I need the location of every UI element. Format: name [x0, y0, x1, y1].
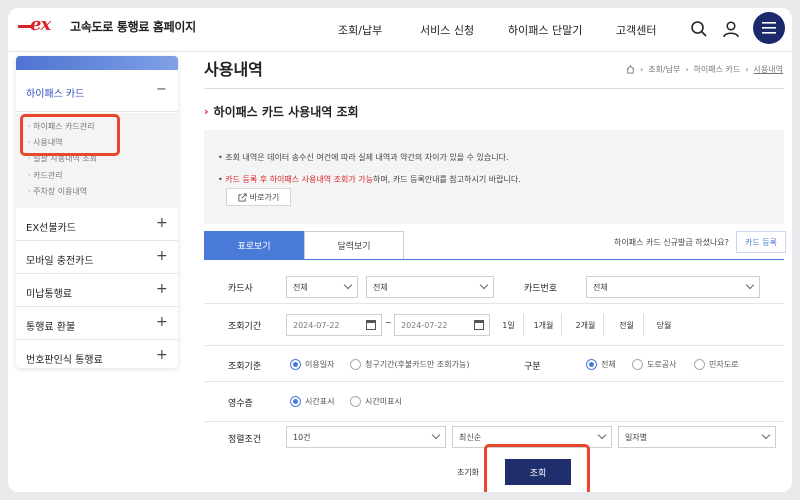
- radio-basis-billing-period[interactable]: 청구기간(후불카드만 조회가능): [350, 359, 469, 370]
- sidebar-item-ex-prepaid-card[interactable]: EX선불카드 +: [16, 208, 178, 241]
- sort-scope-select[interactable]: 일자별: [618, 426, 776, 448]
- type-label: 구분: [524, 362, 541, 372]
- quick-range-last-month[interactable]: 전월: [610, 314, 644, 336]
- tab-calendar-view[interactable]: 달력보기: [304, 231, 404, 259]
- new-card-question: 하이패스 카드 신규발급 하셨나요?: [614, 238, 729, 247]
- radio-type-expressway-corp[interactable]: 도로공사: [632, 359, 676, 370]
- radio-basis-use-date[interactable]: 이용일자: [290, 359, 334, 370]
- card-number-select[interactable]: 전체: [586, 276, 760, 298]
- submenu-item-parking[interactable]: · 주차장 이용내역: [28, 186, 87, 197]
- sidebar-item-label: 통행료 환불: [26, 322, 76, 333]
- expand-icon[interactable]: +: [156, 215, 168, 231]
- card-register-button[interactable]: 카드 등록: [736, 231, 786, 253]
- quick-range-2months[interactable]: 2개월: [568, 314, 604, 336]
- breadcrumb: › 조회/납부 › 하이패스 카드 › 사용내역: [626, 64, 783, 75]
- sort-count-select[interactable]: 10건: [286, 426, 446, 448]
- form-row-basis: 조회기준 이용일자 청구기간(후불카드만 조회가능) 구분 전체 도로공사 민자…: [204, 346, 784, 382]
- submenu-item-card-admin[interactable]: · 카드관리: [28, 170, 63, 181]
- date-from-input[interactable]: 2024-07-22: [286, 314, 382, 336]
- chevron-down-icon: [597, 430, 607, 440]
- external-link-icon: [238, 192, 247, 202]
- chevron-down-icon: [479, 280, 489, 290]
- expand-icon[interactable]: +: [156, 314, 168, 330]
- chevron-down-icon: [343, 280, 353, 290]
- sidebar-item-unpaid-toll[interactable]: 미납통행료 +: [16, 274, 178, 307]
- sidebar-item-mobile-charge-card[interactable]: 모바일 충전카드 +: [16, 241, 178, 274]
- form-row-period: 조회기간 2024-07-22 ~ 2024-07-22 1일 1개월 2개월 …: [204, 304, 784, 346]
- sidebar-section-label: 하이패스 카드: [26, 89, 85, 100]
- card-company-label: 카드사: [228, 284, 253, 294]
- chevron-right-icon: ›: [204, 105, 209, 118]
- site-logo[interactable]: ex 고속도로 통행료 홈페이지: [18, 14, 196, 36]
- sidebar-item-label: 미납통행료: [26, 289, 72, 300]
- menu-icon[interactable]: [753, 12, 785, 44]
- receipt-label: 영수증: [228, 399, 253, 409]
- card-company-sub-select[interactable]: 전체: [366, 276, 494, 298]
- radio-receipt-show-time[interactable]: 시간표시: [290, 396, 334, 407]
- radio-type-all[interactable]: 전체: [586, 359, 616, 370]
- nav-inquiry-payment[interactable]: 조회/납부: [338, 22, 382, 38]
- left-sidebar: 하이패스 카드 − · 하이패스 카드관리 · 사용내역 · 일괄 사용내역 조…: [16, 56, 178, 368]
- site-title: 고속도로 통행료 홈페이지: [70, 19, 196, 34]
- card-number-label: 카드번호: [524, 284, 558, 294]
- sidebar-item-toll-refund[interactable]: 통행료 환불 +: [16, 307, 178, 340]
- calendar-icon: [366, 320, 376, 330]
- highlight-box-search-button: [484, 444, 590, 492]
- basis-label: 조회기준: [228, 362, 262, 372]
- form-row-card-company: 카드사 전체 전체 카드번호 전체: [204, 270, 784, 304]
- quick-range-this-month[interactable]: 당월: [648, 314, 680, 336]
- notice-box: • 조회 내역은 데이터 송수신 여건에 따라 실제 내역과 약간의 차이가 있…: [204, 130, 784, 224]
- top-navigation-bar: ex 고속도로 통행료 홈페이지 조회/납부 서비스 신청 하이패스 단말기 고…: [8, 8, 792, 52]
- highlight-box-usage-history: [20, 114, 120, 156]
- home-icon[interactable]: [626, 65, 635, 74]
- nav-customer-center[interactable]: 고객센터: [616, 22, 656, 38]
- chevron-down-icon: [431, 430, 441, 440]
- tab-table-view[interactable]: 표로보기: [204, 231, 304, 259]
- sidebar-banner: [16, 56, 178, 70]
- date-to-input[interactable]: 2024-07-22: [394, 314, 490, 336]
- breadcrumb-item[interactable]: 하이패스 카드: [694, 64, 741, 75]
- sidebar-section-hipass-card[interactable]: 하이패스 카드 −: [16, 70, 178, 112]
- expand-icon[interactable]: +: [156, 281, 168, 297]
- expand-icon[interactable]: +: [156, 347, 168, 363]
- ex-logo-icon: ex: [18, 14, 64, 36]
- quick-range-1day[interactable]: 1일: [494, 314, 524, 336]
- form-row-receipt: 영수증 시간표시 시간미표시: [204, 382, 784, 422]
- breadcrumb-current: 사용내역: [753, 65, 783, 74]
- shortcut-link-button[interactable]: 바로가기: [226, 188, 291, 206]
- title-divider: [204, 88, 784, 89]
- sidebar-item-label: 모바일 충전카드: [26, 256, 94, 267]
- sidebar-item-label: EX선불카드: [26, 223, 76, 234]
- collapse-icon[interactable]: −: [156, 82, 167, 97]
- sort-label: 정렬조건: [228, 435, 262, 445]
- radio-type-private-road[interactable]: 민자도로: [694, 359, 738, 370]
- date-separator: ~: [385, 318, 392, 327]
- browser-frame: ex 고속도로 통행료 홈페이지 조회/납부 서비스 신청 하이패스 단말기 고…: [8, 8, 792, 492]
- period-label: 조회기간: [228, 322, 262, 332]
- notice-line-2: • 카드 등록 후 하이패스 사용내역 조회가 가능하며, 카드 등록안내를 참…: [218, 175, 521, 184]
- card-company-select[interactable]: 전체: [286, 276, 358, 298]
- sidebar-item-label: 번호판인식 통행료: [26, 355, 103, 366]
- notice-line-1: • 조회 내역은 데이터 송수신 여건에 따라 실제 내역과 약간의 차이가 있…: [218, 153, 509, 162]
- page-title: 사용내역: [204, 60, 263, 79]
- sidebar-item-plate-recognition-toll[interactable]: 번호판인식 통행료 +: [16, 340, 178, 368]
- chevron-down-icon: [761, 430, 771, 440]
- section-title: › 하이패스 카드 사용내역 조회: [204, 105, 359, 119]
- nav-hipass-device[interactable]: 하이패스 단말기: [508, 22, 582, 38]
- expand-icon[interactable]: +: [156, 248, 168, 264]
- quick-range-1month[interactable]: 1개월: [526, 314, 562, 336]
- radio-receipt-hide-time[interactable]: 시간미표시: [350, 396, 402, 407]
- calendar-icon: [474, 320, 484, 330]
- user-icon[interactable]: [718, 16, 744, 42]
- breadcrumb-item[interactable]: 조회/납부: [648, 64, 680, 75]
- search-icon[interactable]: [686, 16, 712, 42]
- nav-service-apply[interactable]: 서비스 신청: [420, 22, 474, 38]
- tab-underline: [204, 259, 784, 260]
- chevron-down-icon: [745, 280, 755, 290]
